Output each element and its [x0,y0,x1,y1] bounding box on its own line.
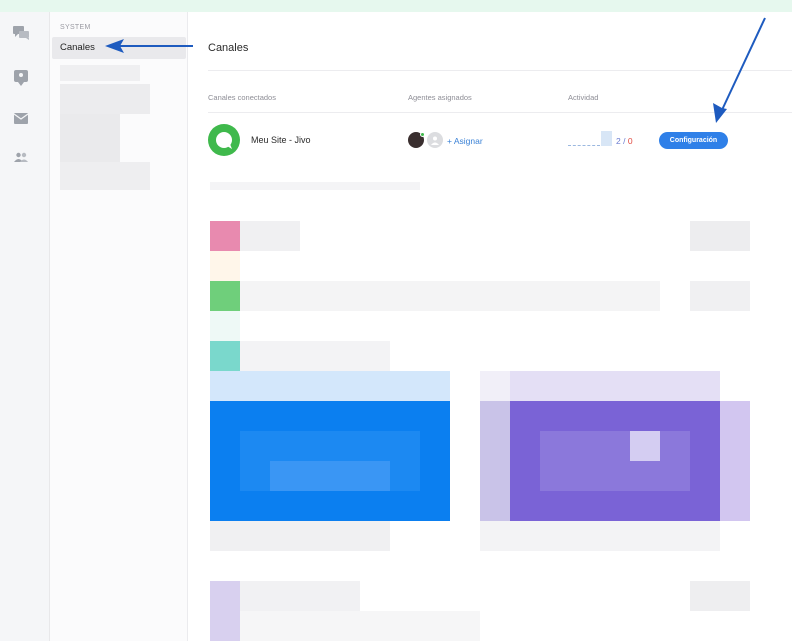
blurred-channel-action [690,581,750,611]
blurred-channel-icon [210,581,240,641]
blurred-item [60,162,150,190]
blurred-banner [480,401,510,521]
blurred-channel-action [690,221,750,251]
activity-value: 2 [616,136,621,146]
empty-agent-avatar [427,132,443,148]
icon-rail [0,12,50,641]
blurred-item [60,114,120,162]
channel-name[interactable]: Meu Site - Jivo [251,135,311,145]
sidebar: SYSTEM Canales [50,12,188,641]
blurred-channel-text [210,521,390,551]
page-title: Canales [208,42,249,54]
blurred-banner [480,371,510,401]
blurred-channel-icon [210,281,240,311]
blurred-channel-icon [210,311,240,341]
activity-separator: / [623,136,626,146]
mail-icon[interactable] [12,110,30,126]
blurred-banner [720,401,750,521]
activity-bar [601,131,612,146]
title-divider [208,70,792,71]
blurred-channel-text [240,341,390,371]
bookmark-icon[interactable] [12,70,30,86]
top-bar [0,0,792,12]
activity-zero: 0 [627,136,633,146]
blurred-channel-text [480,521,720,551]
chat-icon[interactable] [12,25,30,41]
arrow-head-down-icon [713,103,727,123]
blurred-channel-icon [210,251,240,281]
blurred-channel-text [240,221,300,251]
blurred-channel-icon [210,221,240,251]
blurred-banner [210,371,450,401]
sidebar-section-label: SYSTEM [60,24,91,31]
activity-sparkline [568,145,600,146]
blurred-channel-text [240,281,660,311]
blurred-channel-text [240,611,480,641]
online-status-dot [420,132,425,137]
blurred-channel-text [240,581,360,611]
assign-agent-link[interactable]: + Asignar [447,136,483,146]
sidebar-item-canales[interactable]: Canales [52,37,186,59]
column-header-connected: Canales conectados [208,93,276,102]
blurred-item [60,84,150,114]
blurred-heading [210,182,420,190]
blurred-banner [510,371,720,401]
blurred-channel-action [690,281,750,311]
activity-count: 2 / 0 [616,136,633,146]
blurred-banner-inner [540,431,690,491]
column-header-activity: Actividad [568,93,599,102]
column-header-agents: Agentes asignados [408,93,472,102]
blurred-banner-button [270,461,390,491]
header-divider [208,112,792,113]
blurred-item [60,65,140,81]
configuration-button[interactable]: Configuración [659,132,728,149]
blurred-banner-inner [630,431,660,461]
blurred-channel-icon [210,341,240,371]
jivo-logo-icon [208,124,240,156]
users-icon[interactable] [12,149,30,165]
